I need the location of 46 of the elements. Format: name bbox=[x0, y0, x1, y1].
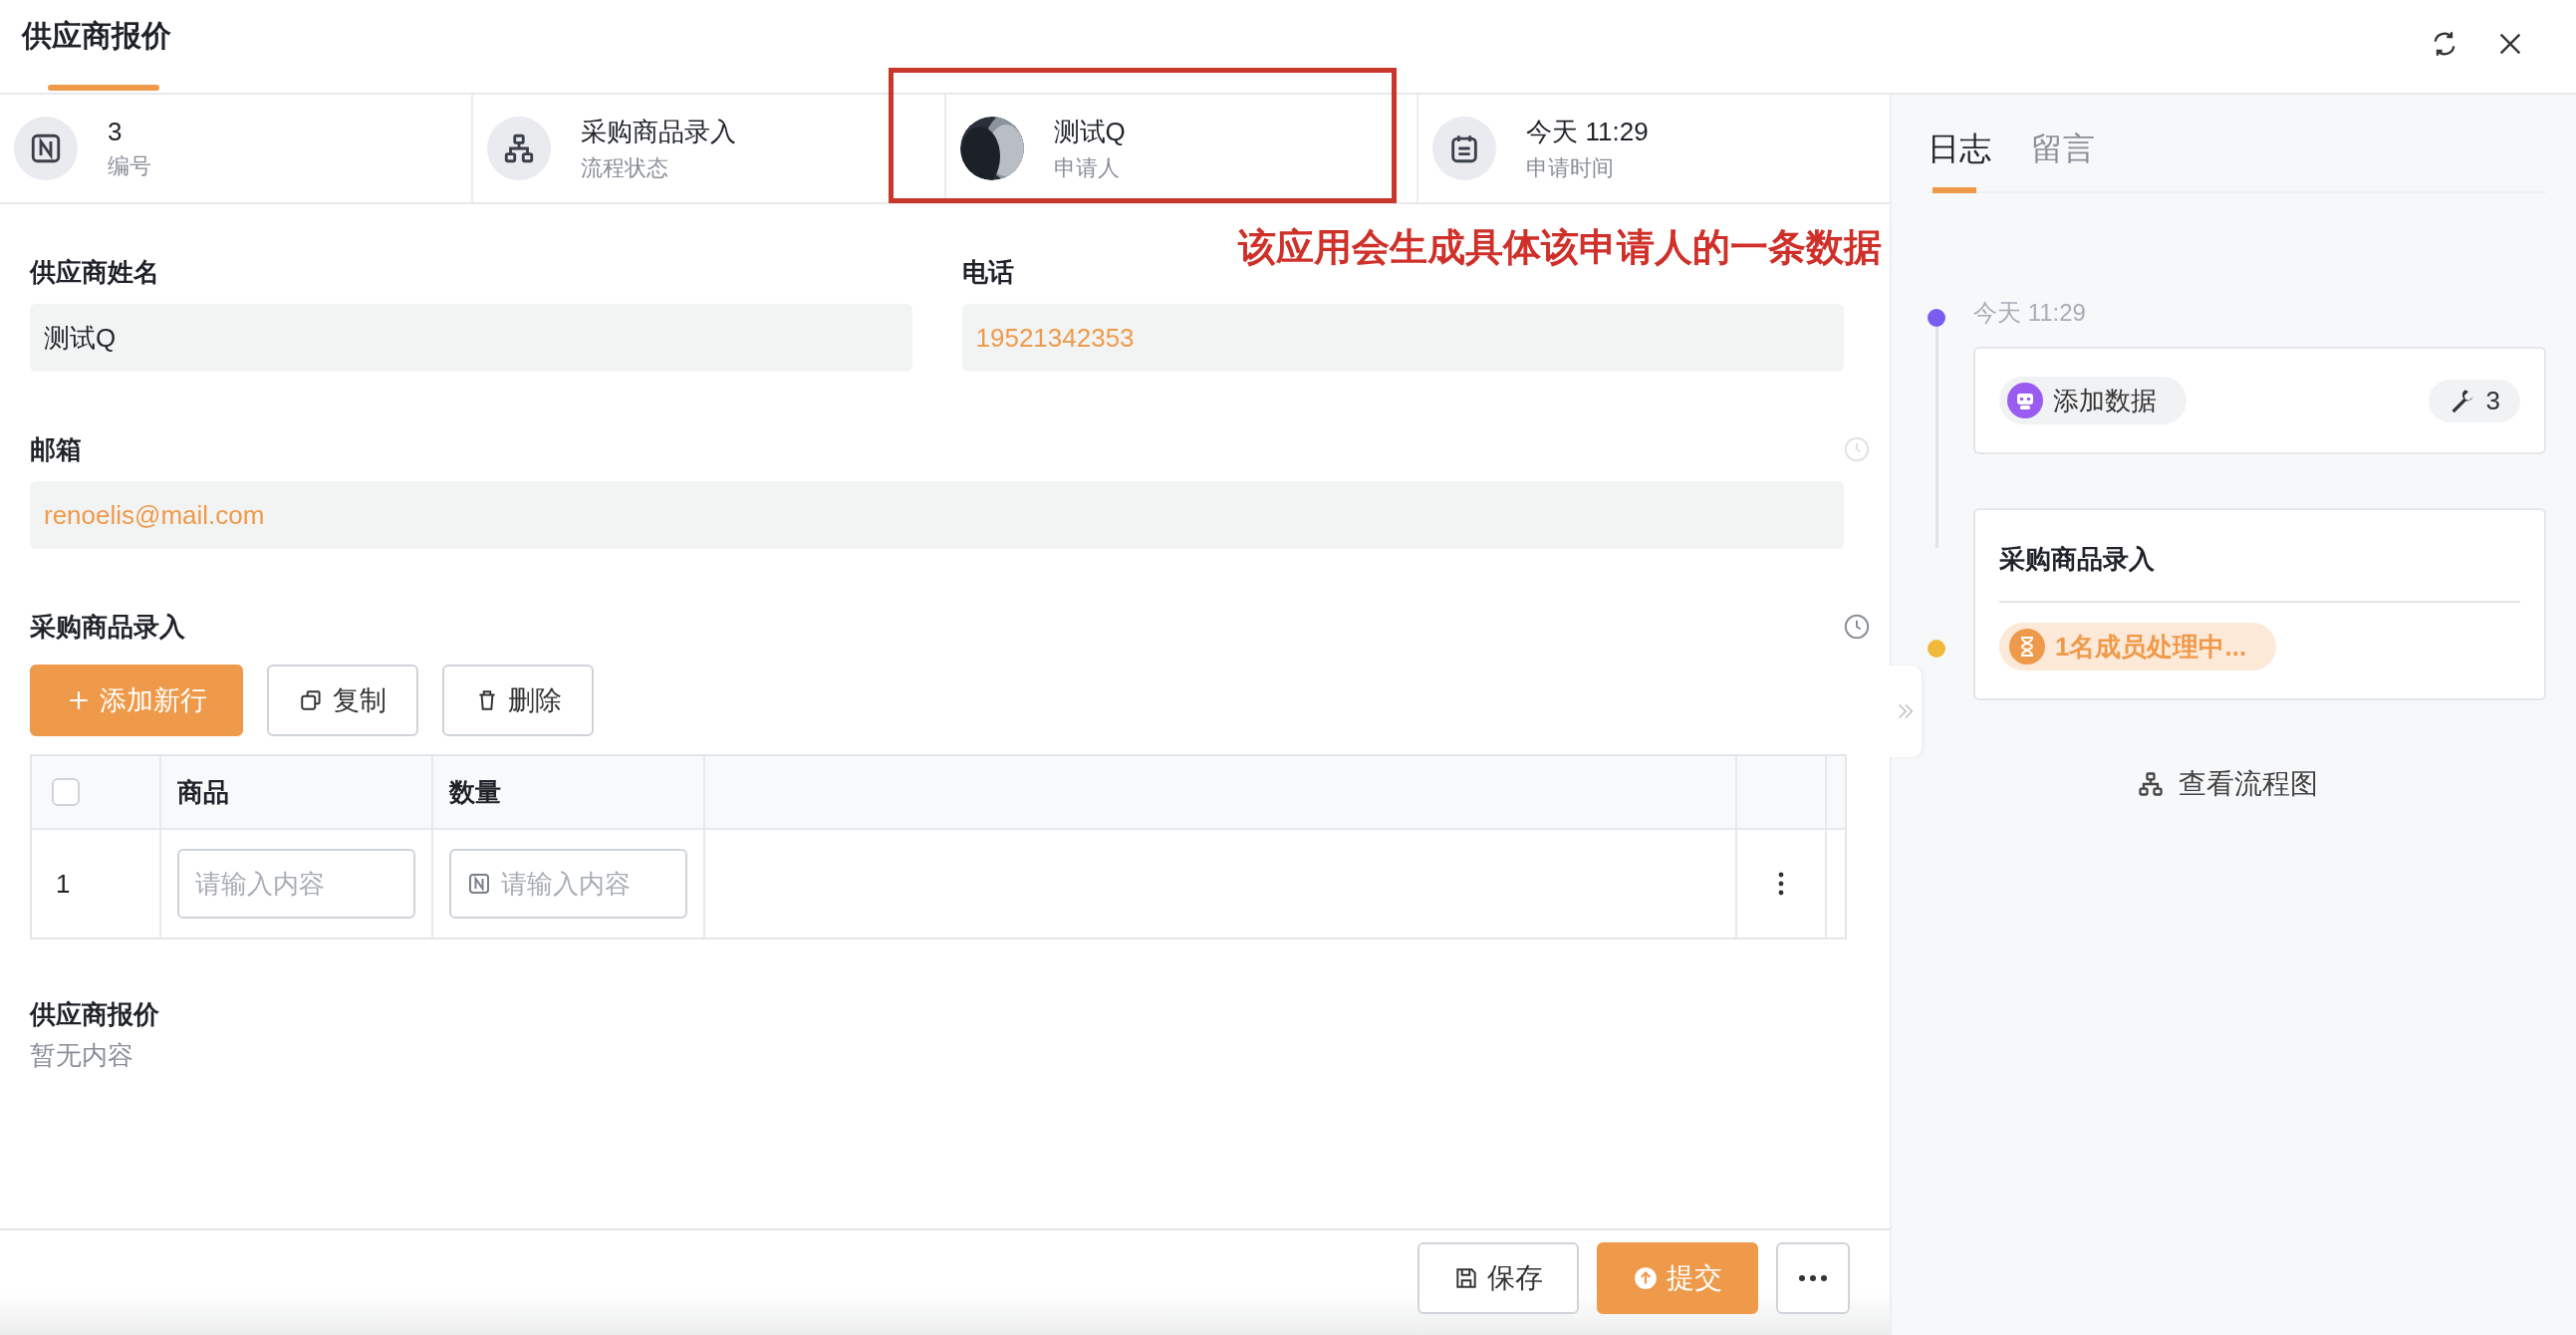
window-title: 供应商报价 bbox=[22, 18, 171, 54]
letter-n-icon bbox=[467, 872, 491, 896]
input-field[interactable]: 请输入内容 bbox=[177, 849, 415, 919]
count-tag: 3 bbox=[2428, 379, 2520, 422]
upload-icon bbox=[1633, 1265, 1659, 1291]
column-header: 商品 bbox=[161, 756, 433, 828]
tab[interactable]: 日志 bbox=[1928, 95, 1991, 193]
field-label: 供应商姓名 bbox=[30, 255, 159, 289]
info-label: 申请人 bbox=[1053, 153, 1121, 182]
info-label: 申请时间 bbox=[1526, 153, 1616, 182]
field-label: 供应商报价 bbox=[30, 998, 160, 1031]
field-label: 电话 bbox=[961, 255, 1014, 289]
info-value: 今天 11:29 bbox=[1526, 115, 1649, 148]
row-number: 1 bbox=[56, 868, 71, 900]
tab[interactable]: 留言 bbox=[2031, 95, 2095, 193]
robot-icon bbox=[2007, 383, 2043, 418]
info-value: 采购商品录入 bbox=[580, 115, 736, 148]
info-label: 流程状态 bbox=[580, 153, 669, 182]
hourglass-icon bbox=[2009, 629, 2045, 665]
input-field[interactable]: 请输入内容 bbox=[449, 849, 687, 919]
delete-button[interactable]: 删除 bbox=[442, 665, 594, 736]
save-button[interactable]: 保存 bbox=[1417, 1242, 1579, 1314]
hierarchy-icon bbox=[2136, 770, 2165, 798]
info-label: 编号 bbox=[108, 151, 151, 180]
field-label: 邮箱 bbox=[30, 432, 82, 466]
step-title: 采购商品录入 bbox=[1999, 543, 2156, 576]
input-field[interactable]: renoelis@mail.com bbox=[30, 481, 1844, 549]
info-value: 3 bbox=[108, 116, 124, 147]
column-header: 数量 bbox=[433, 756, 705, 828]
collapse-handle[interactable] bbox=[1890, 666, 1922, 757]
status-tag: 1名成员处理中... bbox=[1999, 623, 2277, 670]
more-vertical-icon[interactable] bbox=[1777, 871, 1785, 897]
timestamp: 今天 11:29 bbox=[1973, 298, 2087, 328]
copy-button[interactable]: 复制 bbox=[267, 665, 418, 736]
empty-text: 暂无内容 bbox=[30, 1039, 134, 1072]
more-icon bbox=[1798, 1274, 1828, 1282]
info-value: 测试Q bbox=[1053, 115, 1126, 148]
flow-chart-link[interactable]: 查看流程图 bbox=[2130, 764, 2324, 804]
save-icon bbox=[1453, 1265, 1479, 1291]
submit-button[interactable]: 提交 bbox=[1597, 1242, 1758, 1314]
field-label: 采购商品录入 bbox=[30, 610, 185, 644]
input-field[interactable]: 19521342353 bbox=[961, 304, 1844, 372]
input-field[interactable]: 测试Q bbox=[30, 304, 912, 372]
add-row-button[interactable]: 添加新行 bbox=[30, 665, 243, 736]
action-tag: 添加数据 bbox=[1999, 377, 2187, 424]
checkbox[interactable] bbox=[52, 778, 80, 806]
